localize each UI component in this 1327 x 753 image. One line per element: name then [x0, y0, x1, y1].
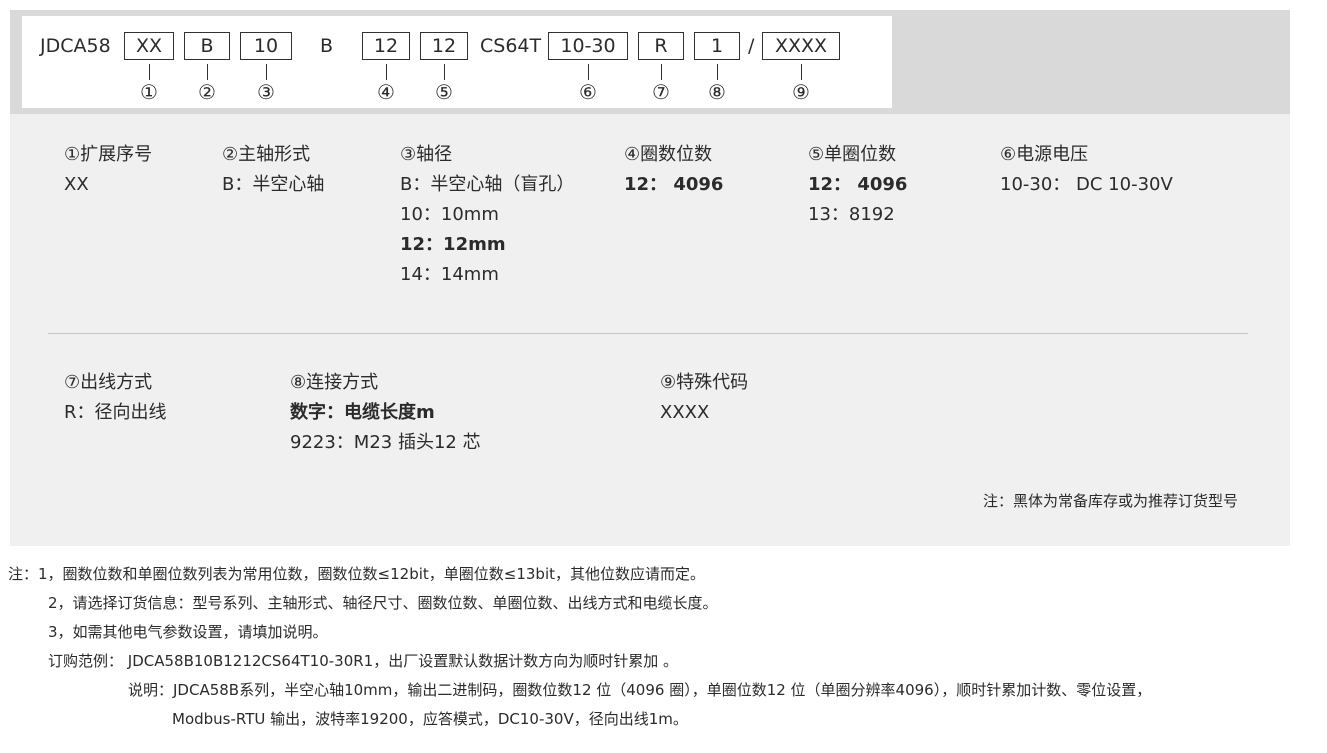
code-marker-5: ⑤ [435, 80, 453, 104]
code-tick [801, 64, 802, 80]
code-literal-cs: CS64T [480, 35, 542, 57]
model-code-bar: JDCA58 XX B 10 B 12 12 CS64T 10-30 R 1 /… [22, 16, 892, 108]
example-description-cont: Modbus-RTU 输出，波特率19200，应答模式，DC10-30V，径向出… [172, 710, 688, 728]
code-tick [588, 64, 589, 80]
code-marker-6: ⑥ [579, 80, 597, 104]
option-line: B：半空心轴 [222, 174, 325, 195]
code-tick [444, 64, 445, 80]
code-prefix: JDCA58 [40, 35, 111, 57]
code-field-5: 12 [420, 32, 468, 60]
footnote-2: 2，请选择订货信息：型号系列、主轴形式、轴径尺寸、圈数位数、单圈位数、出线方式和… [48, 594, 718, 612]
option-line: XX [64, 174, 89, 195]
option-title: ⑨特殊代码 [660, 372, 749, 393]
option-title: ③轴径 [400, 144, 453, 165]
spec-panel: JDCA58 XX B 10 B 12 12 CS64T 10-30 R 1 /… [10, 10, 1290, 546]
code-marker-3: ③ [257, 80, 275, 104]
option-line: 13：8192 [808, 204, 895, 225]
code-tick [266, 64, 267, 80]
footnote-3: 3，如需其他电气参数设置，请填加说明。 [48, 623, 328, 641]
option-extension-code: ①扩展序号 XX [64, 140, 152, 200]
code-marker-8: ⑧ [708, 80, 726, 104]
option-shaft-type: ②主轴形式 B：半空心轴 [222, 140, 324, 200]
code-tick [717, 64, 718, 80]
option-special-code: ⑨特殊代码 XXXX [660, 368, 748, 428]
order-example: 订购范例： JDCA58B10B1212CS64T10-30R1，出厂设置默认数… [48, 652, 678, 670]
code-field-7: R [638, 32, 684, 60]
option-singleturn-bits: ⑤单圈位数 12： 4096 13：8192 [808, 140, 907, 230]
option-line: R：径向出线 [64, 402, 167, 423]
code-field-8: 1 [694, 32, 740, 60]
option-line: 9223：M23 插头12 芯 [290, 432, 481, 453]
option-title: ⑦出线方式 [64, 372, 153, 393]
option-turns-bits: ④圈数位数 12： 4096 [624, 140, 723, 200]
option-line: 10-30： DC 10-30V [1000, 174, 1173, 195]
code-field-4: 12 [362, 32, 410, 60]
option-line: XXXX [660, 402, 710, 423]
section-divider [48, 333, 1248, 334]
option-line: B：半空心轴（盲孔） [400, 174, 575, 195]
option-title: ②主轴形式 [222, 144, 311, 165]
option-title: ⑥电源电压 [1000, 144, 1089, 165]
code-field-6: 10-30 [548, 32, 628, 60]
model-code-band: JDCA58 XX B 10 B 12 12 CS64T 10-30 R 1 /… [10, 10, 1290, 114]
option-supply-voltage: ⑥电源电压 10-30： DC 10-30V [1000, 140, 1173, 200]
code-tick [661, 64, 662, 80]
option-line-recommended: 12： 4096 [624, 174, 724, 195]
code-tick [149, 64, 150, 80]
option-title: ⑧连接方式 [290, 372, 379, 393]
example-description: 说明：JDCA58B系列，半空心轴10mm，输出二进制码，圈数位数12 位（40… [128, 681, 1152, 699]
code-field-1: XX [124, 32, 174, 60]
code-marker-4: ④ [377, 80, 395, 104]
code-marker-2: ② [198, 80, 216, 104]
code-field-3: 10 [240, 32, 292, 60]
option-line-recommended: 12：12mm [400, 234, 506, 255]
option-title: ①扩展序号 [64, 144, 153, 165]
option-cable-outlet: ⑦出线方式 R：径向出线 [64, 368, 167, 428]
code-field-9: XXXX [762, 32, 840, 60]
code-slash: / [748, 35, 755, 57]
code-literal-b: B [320, 35, 334, 57]
option-connection: ⑧连接方式 数字：电缆长度m 9223：M23 插头12 芯 [290, 368, 481, 458]
code-marker-7: ⑦ [652, 80, 670, 104]
code-marker-9: ⑨ [792, 80, 810, 104]
option-shaft-diameter: ③轴径 B：半空心轴（盲孔） 10：10mm 12：12mm 14：14mm [400, 140, 574, 290]
code-field-2: B [184, 32, 230, 60]
code-tick [207, 64, 208, 80]
option-line: 14：14mm [400, 264, 499, 285]
option-title: ④圈数位数 [624, 144, 713, 165]
code-marker-1: ① [140, 80, 158, 104]
option-title: ⑤单圈位数 [808, 144, 897, 165]
recommended-note: 注：黑体为常备库存或为推荐订货型号 [982, 492, 1238, 510]
option-line-recommended: 数字：电缆长度m [290, 402, 435, 423]
option-line-recommended: 12： 4096 [808, 174, 908, 195]
footnote-1: 注：1，圈数位数和单圈位数列表为常用位数，圈数位数≤12bit，单圈位数≤13b… [8, 565, 705, 583]
code-tick [386, 64, 387, 80]
option-line: 10：10mm [400, 204, 499, 225]
